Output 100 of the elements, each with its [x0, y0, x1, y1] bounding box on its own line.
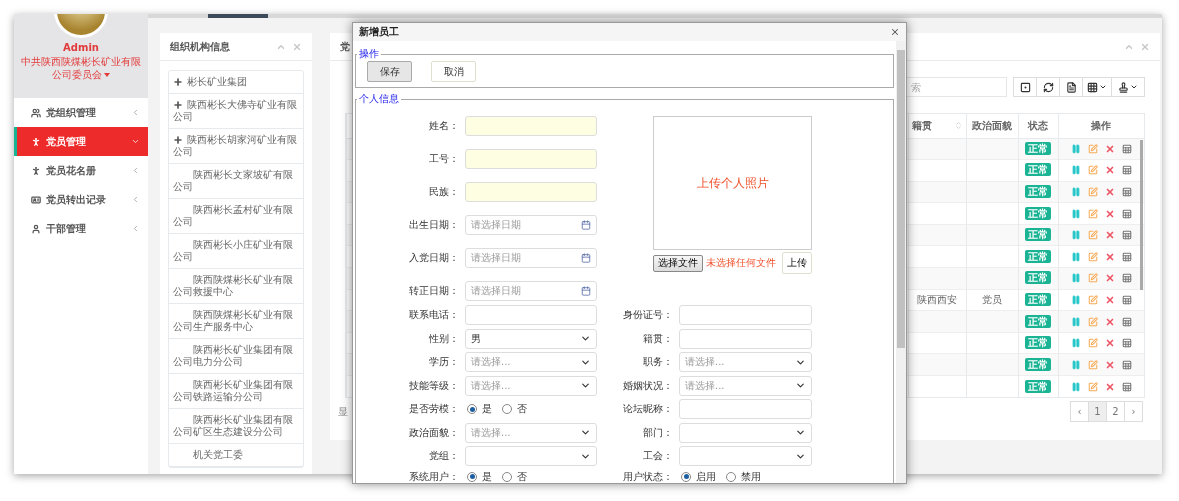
- view-button[interactable]: [1059, 77, 1083, 97]
- radio-button[interactable]: [467, 404, 477, 414]
- pause-icon[interactable]: [1070, 230, 1081, 241]
- scrollbar[interactable]: [1140, 140, 1143, 290]
- plus-icon: [173, 100, 183, 110]
- sheet-icon[interactable]: [1121, 187, 1132, 197]
- dialog-button[interactable]: 保存: [367, 61, 412, 82]
- tree-item[interactable]: 陕西彬长矿业集团有限公司铁路运输分公司: [169, 374, 303, 409]
- menu-item[interactable]: 党员管理: [14, 127, 148, 156]
- tree-item[interactable]: 陕西彬长矿业集团有限公司矿区生态建设分公司: [169, 409, 303, 444]
- delete-icon[interactable]: [1104, 273, 1115, 284]
- pause-icon[interactable]: [1070, 359, 1081, 370]
- edit-icon[interactable]: [1087, 187, 1098, 197]
- delete-icon[interactable]: [1104, 294, 1115, 305]
- edit-icon[interactable]: [1087, 165, 1098, 176]
- dialog-button[interactable]: 取消: [431, 61, 476, 82]
- sheet-icon[interactable]: [1121, 251, 1132, 262]
- text-field[interactable]: [465, 305, 597, 325]
- status-badge: 正常: [1025, 292, 1051, 306]
- edit-icon[interactable]: [1087, 230, 1098, 241]
- columns-button[interactable]: [1082, 77, 1112, 97]
- edit-icon[interactable]: [1087, 208, 1098, 219]
- edit-icon[interactable]: [1087, 316, 1098, 327]
- radio-button[interactable]: [726, 471, 736, 482]
- text-field[interactable]: [679, 399, 812, 419]
- delete-icon[interactable]: [1104, 316, 1115, 327]
- choose-file-button[interactable]: 选择文件: [653, 254, 703, 272]
- pause-icon[interactable]: [1070, 187, 1081, 197]
- pause-icon[interactable]: [1070, 316, 1081, 327]
- tree-item[interactable]: 陕西陕煤彬长矿业有限公司生产服务中心: [169, 304, 303, 339]
- delete-icon[interactable]: [1104, 230, 1115, 241]
- tree-item[interactable]: 陕西彬长孟村矿业有限公司: [169, 199, 303, 234]
- organization-menu[interactable]: 中共陕西陕煤彬长矿业有限公司委员会: [18, 55, 144, 81]
- sheet-icon[interactable]: [1121, 230, 1132, 241]
- radio-button[interactable]: [467, 471, 477, 482]
- tree-item[interactable]: 陕西彬长大佛寺矿业有限公司: [169, 94, 303, 129]
- export-button[interactable]: [1111, 77, 1145, 97]
- pause-icon[interactable]: [1070, 165, 1081, 176]
- select-field[interactable]: [679, 422, 812, 443]
- pause-icon[interactable]: [1070, 338, 1081, 349]
- delete-icon[interactable]: [1104, 143, 1115, 154]
- select-field[interactable]: [465, 446, 597, 466]
- photo-upload-area[interactable]: 上传个人照片: [653, 116, 812, 250]
- text-field[interactable]: [679, 328, 812, 349]
- text-field[interactable]: [465, 149, 597, 169]
- scrollbar[interactable]: [896, 41, 906, 483]
- pause-icon[interactable]: [1070, 273, 1081, 284]
- edit-icon[interactable]: [1087, 381, 1098, 392]
- sheet-icon[interactable]: [1121, 338, 1132, 349]
- delete-icon[interactable]: [1104, 165, 1115, 176]
- tree-item[interactable]: 机关党工委: [169, 444, 303, 467]
- edit-icon[interactable]: [1087, 359, 1098, 370]
- edit-icon[interactable]: [1087, 251, 1098, 262]
- edit-icon[interactable]: [1087, 273, 1098, 284]
- delete-icon[interactable]: [1104, 208, 1115, 219]
- tree-item[interactable]: 彬长矿业集团: [169, 71, 303, 94]
- sheet-icon[interactable]: [1121, 208, 1132, 219]
- sheet-icon[interactable]: [1121, 143, 1132, 154]
- delete-icon[interactable]: [1104, 338, 1115, 349]
- upload-button[interactable]: 上传: [782, 252, 812, 274]
- pause-icon[interactable]: [1070, 381, 1081, 392]
- next-page-button[interactable]: ›: [1124, 401, 1143, 423]
- pause-icon[interactable]: [1070, 208, 1081, 219]
- tree-item[interactable]: 陕西彬长小庄矿业有限公司: [169, 234, 303, 269]
- sheet-icon[interactable]: [1121, 316, 1132, 327]
- column-header[interactable]: 籍贯: [908, 114, 966, 138]
- edit-icon[interactable]: [1087, 143, 1098, 154]
- radio-button[interactable]: [502, 404, 512, 414]
- tree-item[interactable]: 陕西彬长矿业集团有限公司电力分公司: [169, 339, 303, 374]
- text-field[interactable]: [679, 305, 812, 325]
- sheet-icon[interactable]: [1121, 273, 1132, 284]
- pause-icon[interactable]: [1070, 251, 1081, 262]
- close-icon[interactable]: [890, 27, 900, 37]
- panel-title: 党: [340, 39, 350, 54]
- select-field[interactable]: [679, 446, 812, 466]
- text-field[interactable]: [465, 182, 597, 202]
- sheet-icon[interactable]: [1121, 165, 1132, 176]
- column-header[interactable]: 操作: [1058, 114, 1144, 138]
- delete-icon[interactable]: [1104, 187, 1115, 197]
- column-header[interactable]: 政治面貌: [966, 114, 1018, 138]
- pause-icon[interactable]: [1070, 294, 1081, 305]
- sheet-icon[interactable]: [1121, 294, 1132, 305]
- pause-icon[interactable]: [1070, 143, 1081, 154]
- delete-icon[interactable]: [1104, 251, 1115, 262]
- tree-item[interactable]: 陕西彬长胡家河矿业有限公司: [169, 129, 303, 164]
- text-field[interactable]: [465, 116, 597, 136]
- sheet-icon[interactable]: [1121, 381, 1132, 392]
- radio-button[interactable]: [681, 471, 691, 482]
- refresh-button[interactable]: [1036, 77, 1060, 97]
- edit-icon[interactable]: [1087, 294, 1098, 305]
- tree-item[interactable]: 陕西陕煤彬长矿业有限公司救援中心: [169, 269, 303, 304]
- select-field[interactable]: 男: [465, 328, 597, 349]
- toggle-button[interactable]: [1013, 77, 1037, 97]
- column-header[interactable]: 状态: [1018, 114, 1058, 138]
- tree-item[interactable]: 陕西彬长文家坡矿有限公司: [169, 164, 303, 199]
- sheet-icon[interactable]: [1121, 359, 1132, 370]
- edit-icon[interactable]: [1087, 338, 1098, 349]
- delete-icon[interactable]: [1104, 359, 1115, 370]
- radio-button[interactable]: [502, 471, 512, 482]
- delete-icon[interactable]: [1104, 381, 1115, 392]
